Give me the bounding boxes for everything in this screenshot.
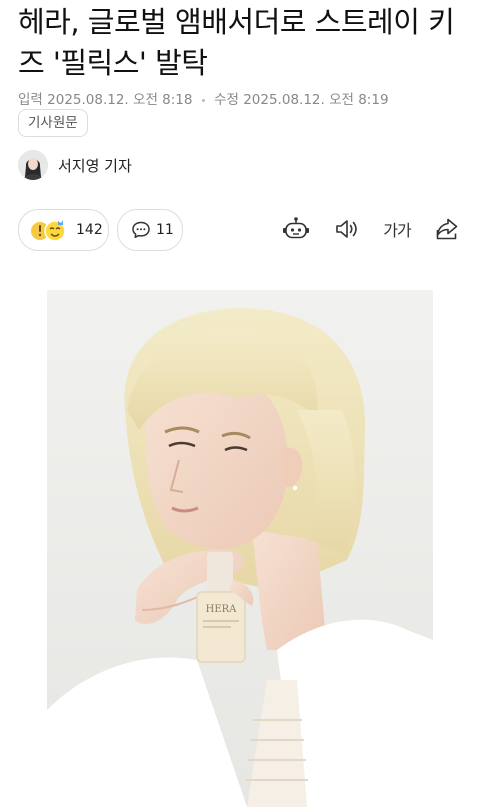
speaker-icon	[336, 220, 357, 238]
model-with-foundation-bottle: HERA	[47, 290, 433, 807]
published-label: 입력	[18, 92, 43, 108]
original-article-button[interactable]: 기사원문	[18, 109, 88, 137]
font-size-icon: 가가	[383, 221, 411, 240]
modified-label: 수정	[214, 92, 239, 108]
bottle-brand-text: HERA	[206, 604, 238, 615]
article-photo: HERA	[47, 290, 433, 807]
avatar	[18, 150, 48, 180]
comment-icon	[132, 221, 150, 239]
reaction-emoji-icon	[31, 220, 66, 242]
reaction-count: 142	[76, 222, 103, 238]
comment-count: 11	[156, 222, 174, 238]
share-icon	[436, 218, 458, 240]
reporter-name: 서지영 기자	[58, 156, 132, 175]
ai-summary-button[interactable]	[281, 214, 311, 244]
published-time: 2025.08.12. 오전 8:18	[47, 92, 193, 108]
article-meta: 입력 2025.08.12. 오전 8:18 수정 2025.08.12. 오전…	[18, 88, 389, 108]
comment-button[interactable]: 11	[117, 209, 183, 251]
share-button[interactable]	[432, 214, 462, 244]
reporter-byline[interactable]: 서지영 기자	[18, 150, 132, 180]
modified-time: 2025.08.12. 오전 8:19	[243, 92, 389, 108]
text-to-speech-button[interactable]	[332, 214, 362, 244]
reaction-button[interactable]: 142	[18, 209, 109, 251]
font-size-button[interactable]: 가가	[381, 214, 413, 244]
meta-separator	[201, 98, 205, 102]
robot-summary-icon	[283, 217, 309, 239]
article-title: 헤라, 글로벌 앰배서더로 스트레이 키즈 '필릭스' 발탁	[18, 5, 455, 80]
reporter-avatar-icon	[18, 150, 48, 180]
